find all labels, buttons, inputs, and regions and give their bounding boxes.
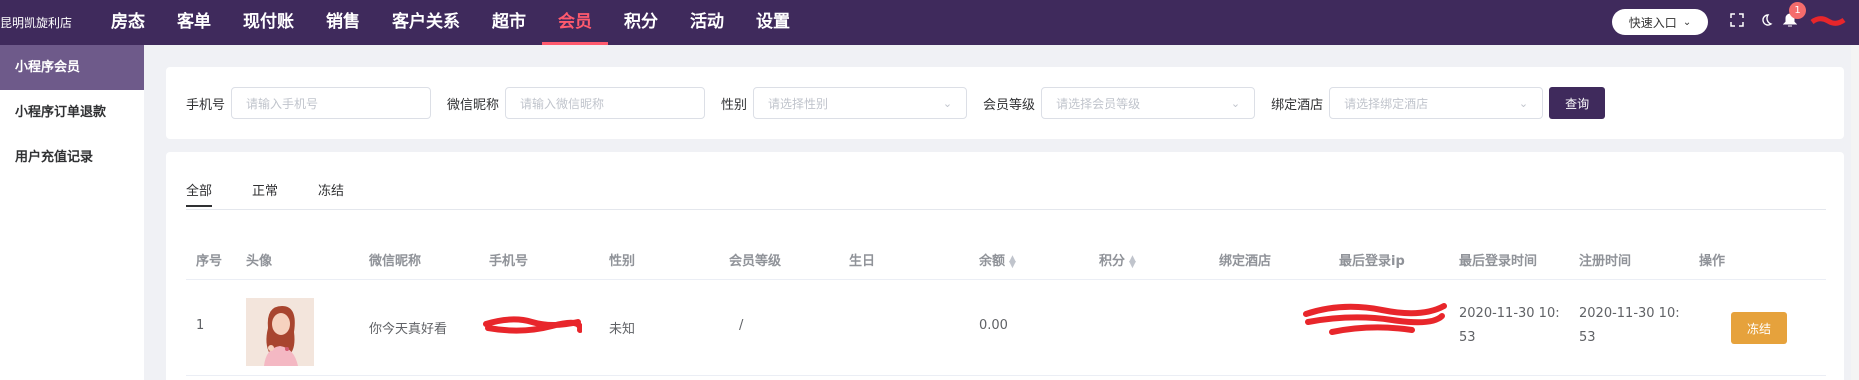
gender-label: 性别 <box>721 97 748 113</box>
nav-room-status[interactable]: 房态 <box>95 0 161 45</box>
nav-members[interactable]: 会员 <box>542 0 608 45</box>
member-avatar <box>246 298 314 366</box>
level-placeholder: 请选择会员等级 <box>1056 96 1141 111</box>
th-index: 序号 <box>196 254 223 269</box>
store-name: 昆明凯旋利店 <box>0 16 73 30</box>
tab-divider <box>186 209 1826 210</box>
sidebar-item-mini-program-members[interactable]: 小程序会员 <box>0 45 144 90</box>
notification-badge: 1 <box>1789 2 1806 19</box>
th-balance-sortable[interactable]: 余额 ▲ ▼ <box>979 250 1016 269</box>
freeze-button[interactable]: 冻结 <box>1731 312 1787 344</box>
sidebar: 小程序会员 小程序订单退款 用户充值记录 <box>0 45 144 380</box>
nav-guest-orders[interactable]: 客单 <box>161 0 227 45</box>
gender-select[interactable]: 请选择性别 ⌄ <box>753 87 968 119</box>
nickname-label: 微信昵称 <box>447 97 500 113</box>
chevron-down-icon: ⌄ <box>1682 16 1692 28</box>
main-nav: 房态 客单 现付账 销售 客户关系 超市 会员 积分 活动 设置 <box>95 0 806 45</box>
fullscreen-icon[interactable] <box>1728 13 1746 31</box>
sort-caret-icon: ▲ ▼ <box>1009 253 1016 270</box>
cell-last-login-time-line1: 2020-11-30 10: <box>1459 306 1560 321</box>
nav-activities[interactable]: 活动 <box>674 0 740 45</box>
th-birthday: 生日 <box>849 254 876 269</box>
level-label: 会员等级 <box>983 97 1036 113</box>
th-gender: 性别 <box>609 254 636 269</box>
cell-gender: 未知 <box>609 322 636 337</box>
hotel-placeholder: 请选择绑定酒店 <box>1344 96 1429 111</box>
query-button[interactable]: 查询 <box>1549 87 1606 119</box>
th-balance: 余额 <box>979 254 1006 269</box>
member-table-panel: 全部 正常 冻结 序号 头像 微信昵称 手机号 性别 会员等级 生日 余额 ▲ ▼ … <box>166 152 1844 380</box>
nav-crm[interactable]: 客户关系 <box>376 0 476 45</box>
nav-cash-account[interactable]: 现付账 <box>227 0 310 45</box>
th-actions: 操作 <box>1699 254 1726 269</box>
user-avatar[interactable] <box>1810 14 1846 28</box>
quick-entry-dropdown[interactable]: 快速入口 ⌄ <box>1612 9 1708 35</box>
th-points: 积分 <box>1099 254 1126 269</box>
cell-member-level: / <box>739 318 744 333</box>
nav-settings[interactable]: 设置 <box>740 0 806 45</box>
gender-placeholder: 请选择性别 <box>768 96 829 111</box>
chevron-down-icon: ⌄ <box>1230 96 1241 110</box>
bound-hotel-select[interactable]: 请选择绑定酒店 ⌄ <box>1329 87 1544 119</box>
filter-panel: 手机号 请输入手机号 微信昵称 请输入微信昵称 性别 请选择性别 ⌄ 会员等级 … <box>166 67 1844 139</box>
phone-redaction <box>482 314 584 340</box>
table-row: 1 你今天真好看 未知 / 0.00 2020-11-30 10: 53 202… <box>186 280 1826 376</box>
hotel-label: 绑定酒店 <box>1271 97 1324 113</box>
sort-caret-icon: ▲ ▼ <box>1129 253 1136 270</box>
nav-supermarket[interactable]: 超市 <box>476 0 542 45</box>
th-last-login-ip: 最后登录ip <box>1339 254 1405 269</box>
chevron-down-icon: ⌄ <box>942 96 953 110</box>
th-last-login-time: 最后登录时间 <box>1459 254 1538 269</box>
cell-balance: 0.00 <box>979 318 1008 333</box>
status-tabs: 全部 正常 冻结 <box>186 180 384 207</box>
th-member-level: 会员等级 <box>729 254 782 269</box>
th-points-sortable[interactable]: 积分 ▲ ▼ <box>1099 250 1136 269</box>
th-register-time: 注册时间 <box>1579 254 1632 269</box>
nickname-input[interactable]: 请输入微信昵称 <box>505 87 706 119</box>
phone-placeholder: 请输入手机号 <box>246 96 319 111</box>
cell-index: 1 <box>196 318 205 333</box>
th-bound-hotel: 绑定酒店 <box>1219 254 1272 269</box>
sidebar-item-recharge-records[interactable]: 用户充值记录 <box>0 135 144 180</box>
theme-toggle-icon[interactable] <box>1757 13 1775 31</box>
th-nickname: 微信昵称 <box>369 254 422 269</box>
th-phone: 手机号 <box>489 254 529 269</box>
tab-normal[interactable]: 正常 <box>252 180 278 207</box>
table-header: 序号 头像 微信昵称 手机号 性别 会员等级 生日 余额 ▲ ▼ 积分 ▲ ▼ 绑定酒店… <box>186 240 1826 280</box>
nav-points[interactable]: 积分 <box>608 0 674 45</box>
tab-all[interactable]: 全部 <box>186 180 213 207</box>
ip-redaction <box>1302 302 1448 346</box>
cell-register-time-line2: 53 <box>1579 330 1596 345</box>
phone-input[interactable]: 请输入手机号 <box>231 87 432 119</box>
cell-nickname: 你今天真好看 <box>369 322 448 337</box>
page-scrollbar[interactable] <box>1851 45 1859 380</box>
nav-sales[interactable]: 销售 <box>310 0 376 45</box>
top-navigation-bar: 昆明凯旋利店 房态 客单 现付账 销售 客户关系 超市 会员 积分 活动 设置 … <box>0 0 1859 45</box>
cell-last-login-time-line2: 53 <box>1459 330 1476 345</box>
chevron-down-icon: ⌄ <box>1518 96 1529 110</box>
th-avatar: 头像 <box>246 254 273 269</box>
nickname-placeholder: 请输入微信昵称 <box>520 96 605 111</box>
phone-label: 手机号 <box>186 97 226 113</box>
member-level-select[interactable]: 请选择会员等级 ⌄ <box>1041 87 1256 119</box>
quick-entry-label: 快速入口 <box>1628 15 1677 30</box>
sidebar-item-order-refunds[interactable]: 小程序订单退款 <box>0 90 144 135</box>
tab-frozen[interactable]: 冻结 <box>318 180 344 207</box>
cell-register-time-line1: 2020-11-30 10: <box>1579 306 1680 321</box>
